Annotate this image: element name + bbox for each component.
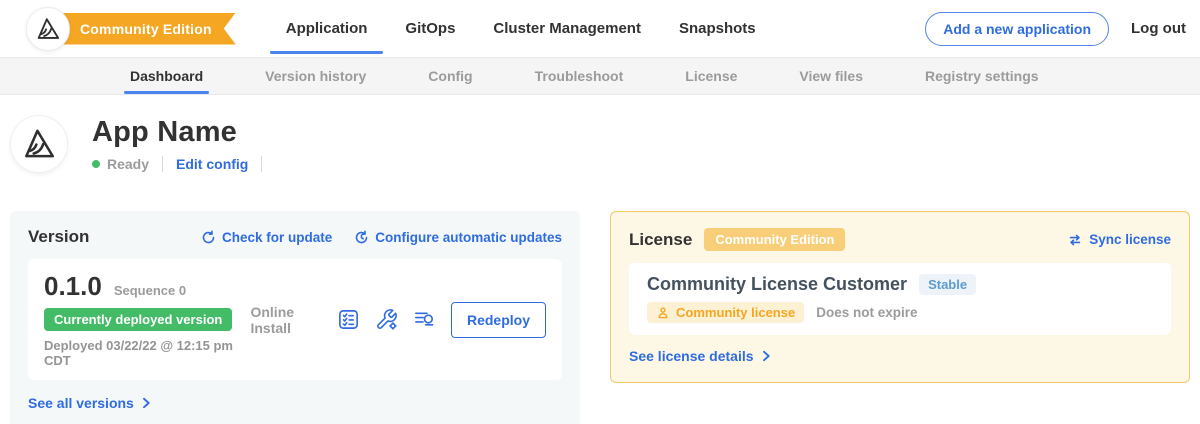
license-expiry-text: Does not expire [816, 305, 917, 320]
status-dot [92, 160, 100, 168]
top-nav-right: Add a new application Log out [925, 12, 1186, 46]
redeploy-button[interactable]: Redeploy [451, 302, 546, 338]
license-type-badge: Community license [647, 302, 804, 323]
configure-automatic-updates-link[interactable]: Configure automatic updates [354, 230, 562, 245]
channel-badge: Stable [919, 274, 976, 295]
app-header: App Name Ready Edit config [0, 95, 1200, 173]
person-icon [656, 306, 670, 320]
clock-refresh-icon [354, 230, 369, 245]
current-version-panel: 0.1.0 Sequence 0 Currently deployed vers… [28, 259, 562, 380]
customer-row: Community License Customer Stable [647, 274, 1153, 295]
tab-gitops[interactable]: GitOps [405, 0, 455, 57]
divider [261, 156, 262, 172]
brand-logo-circle [26, 7, 70, 51]
install-type-label: Online Install [250, 304, 320, 336]
config-wrench-gear-icon[interactable] [375, 308, 398, 331]
logout-link[interactable]: Log out [1131, 20, 1186, 37]
license-card-footer: See license details [629, 348, 1171, 366]
tab-cluster-management[interactable]: Cluster Management [493, 0, 641, 57]
swap-arrows-icon [1067, 232, 1083, 248]
version-actions: Online Install [250, 302, 546, 338]
see-all-versions-link[interactable]: See all versions [28, 395, 152, 411]
license-meta-row: Community license Does not expire [647, 302, 1153, 323]
refresh-icon [201, 230, 216, 245]
check-for-update-link[interactable]: Check for update [201, 230, 332, 245]
license-details-panel: Community License Customer Stable Commun… [629, 263, 1171, 335]
version-card-header: Version Check for update [28, 227, 562, 247]
edit-config-link[interactable]: Edit config [176, 156, 248, 172]
tab-snapshots[interactable]: Snapshots [679, 0, 756, 57]
license-card: License Community Edition Sync license C… [610, 211, 1190, 383]
version-info: 0.1.0 Sequence 0 Currently deployed vers… [44, 271, 250, 368]
app-logo [10, 115, 68, 173]
app-status-row: Ready Edit config [92, 156, 275, 172]
page-title: App Name [92, 116, 275, 149]
dashboard-cards: Version Check for update [0, 211, 1200, 424]
divider [162, 156, 163, 172]
subtab-dashboard[interactable]: Dashboard [130, 58, 203, 94]
license-title-group: License Community Edition [629, 228, 845, 251]
version-number-row: 0.1.0 Sequence 0 [44, 271, 250, 302]
license-card-header: License Community Edition Sync license [629, 228, 1171, 251]
tab-application[interactable]: Application [286, 0, 368, 57]
sequence-label: Sequence 0 [114, 283, 186, 298]
currently-deployed-badge: Currently deployed version [44, 308, 232, 331]
preflight-checklist-icon[interactable] [337, 308, 360, 331]
replicated-logo-icon [34, 15, 62, 43]
subtab-license[interactable]: License [685, 58, 737, 94]
app-logo-icon [20, 125, 58, 163]
community-edition-ribbon: Community Edition [50, 13, 236, 45]
sync-license-link[interactable]: Sync license [1067, 232, 1171, 248]
chevron-right-icon [140, 397, 152, 409]
subtab-view-files[interactable]: View files [799, 58, 863, 94]
chevron-right-icon [760, 350, 772, 362]
community-edition-badge: Community Edition [704, 228, 845, 251]
top-nav: Community Edition Application GitOps Clu… [0, 0, 1200, 57]
version-number: 0.1.0 [44, 271, 102, 302]
deployed-timestamp: Deployed 03/22/22 @ 12:15 pm CDT [44, 338, 250, 368]
license-card-title: License [629, 230, 692, 250]
customer-name: Community License Customer [647, 274, 907, 295]
subtab-config[interactable]: Config [428, 58, 472, 94]
view-logs-search-icon[interactable] [413, 308, 436, 331]
top-nav-items: Application GitOps Cluster Management Sn… [286, 0, 756, 57]
app-header-text: App Name Ready Edit config [92, 116, 275, 172]
sub-nav: Dashboard Version history Config Trouble… [0, 57, 1200, 95]
see-license-details-link[interactable]: See license details [629, 348, 772, 364]
status-badge: Ready [107, 156, 149, 172]
subtab-troubleshoot[interactable]: Troubleshoot [535, 58, 624, 94]
subtab-version-history[interactable]: Version history [265, 58, 366, 94]
add-new-application-button[interactable]: Add a new application [925, 12, 1109, 46]
brand: Community Edition [26, 7, 236, 51]
version-card: Version Check for update [10, 211, 580, 424]
version-card-title: Version [28, 227, 89, 247]
version-card-footer: See all versions [28, 395, 562, 413]
subtab-registry-settings[interactable]: Registry settings [925, 58, 1039, 94]
version-card-links: Check for update Configure automatic upd… [201, 230, 562, 245]
